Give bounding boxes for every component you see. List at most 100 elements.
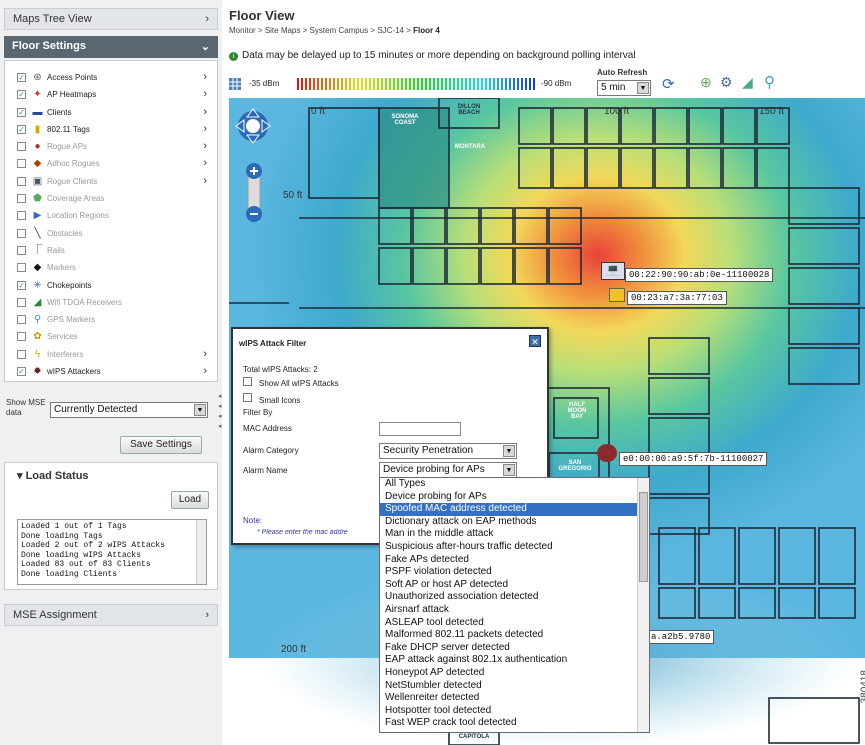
load-log-scrollbar[interactable] — [196, 520, 206, 584]
layer-checkbox[interactable] — [17, 263, 26, 273]
layer-row[interactable]: ⚲ GPS Markers — [5, 311, 217, 328]
client-laptop-icon[interactable]: 💻 — [601, 262, 625, 280]
layer-row[interactable]: ◆ Adhoc Rogues › — [5, 155, 217, 172]
dropdown-option[interactable]: Device probing for APs — [380, 491, 649, 504]
alarm-name-select[interactable]: Device probing for APs ▼ — [379, 462, 517, 478]
alarm-category-select[interactable]: Security Penetration ▼ — [379, 443, 517, 459]
dropdown-option[interactable]: Spoofed MAC address detected — [380, 503, 649, 516]
layer-checkbox[interactable]: ✓ — [17, 73, 26, 82]
mac-address-input[interactable] — [379, 422, 461, 436]
layer-row[interactable]: ✓ ✹ wIPS Attackers › — [5, 363, 217, 380]
dropdown-option[interactable]: Dictionary attack on EAP methods — [380, 516, 649, 529]
load-log-textarea[interactable]: Loaded 1 out of 1 Tags Done loading Tags L… — [17, 519, 207, 585]
layer-checkbox[interactable] — [17, 194, 26, 204]
layer-row[interactable]: ✓ ▮ 802.11 Tags › — [5, 121, 217, 138]
chevron-right-icon[interactable]: › — [203, 365, 207, 377]
mse-assignment-header[interactable]: MSE Assignment › — [4, 604, 218, 626]
dropdown-option[interactable]: Hotspotter tool detected — [380, 705, 649, 718]
dropdown-option[interactable]: Fast WEP crack tool detected — [380, 717, 649, 730]
chevron-right-icon[interactable]: › — [203, 106, 207, 118]
layer-checkbox[interactable]: ✓ — [17, 367, 26, 377]
dropdown-scrollbar[interactable] — [637, 478, 649, 732]
dropdown-option[interactable]: Fake DHCP server detected — [380, 642, 649, 655]
save-settings-button[interactable]: Save Settings — [120, 436, 202, 454]
mac-tag-label[interactable]: a.a2b5.9780 — [647, 630, 715, 644]
dropdown-option[interactable]: Wellenreiter detected — [380, 692, 649, 705]
layer-row[interactable]: ✓ ✳ Chokepoints — [5, 277, 217, 294]
zoom-slider[interactable] — [245, 162, 263, 224]
dropdown-option[interactable]: All Types — [380, 478, 649, 491]
layer-row[interactable]: ▶ Location Regions — [5, 207, 217, 224]
collapse-arrows-icon[interactable]: ◂ ◂ ◂ ◂ — [218, 392, 222, 432]
layer-checkbox[interactable] — [17, 315, 26, 325]
dropdown-option[interactable]: Airsnarf attack — [380, 604, 649, 617]
pan-arrows-icon[interactable] — [235, 108, 271, 144]
load-status-title[interactable]: ▾ Load Status — [17, 469, 89, 482]
layer-checkbox[interactable] — [17, 297, 26, 307]
layer-row[interactable]: ✿ Services — [5, 328, 217, 345]
layer-checkbox[interactable]: ✓ — [17, 90, 26, 100]
layer-row[interactable]: ϟ Interferers › — [5, 346, 217, 363]
layer-row[interactable]: ● Rogue APs › — [5, 138, 217, 155]
tag-icon[interactable] — [609, 288, 625, 302]
floor-settings-header[interactable]: Floor Settings ⌄ — [4, 36, 218, 58]
layer-row[interactable]: ⬟ Coverage Areas — [5, 190, 217, 207]
breadcrumb-item[interactable]: Site Maps — [265, 26, 301, 35]
layer-checkbox[interactable]: ✓ — [17, 280, 26, 290]
dropdown-option[interactable]: Fake APs detected — [380, 554, 649, 567]
pan-control[interactable] — [235, 108, 271, 149]
dropdown-option[interactable]: ASLEAP tool detected — [380, 617, 649, 630]
chevron-right-icon[interactable]: › — [203, 123, 207, 135]
attacker-icon[interactable] — [597, 444, 617, 462]
refresh-icon[interactable]: ⟳ — [662, 75, 675, 93]
attacker-tag-label[interactable]: e0:00:00:a9:5f:7b-11100027 — [619, 452, 768, 466]
layer-checkbox[interactable] — [17, 332, 26, 342]
signal-tool-icon[interactable]: ◢ — [742, 74, 753, 91]
dropdown-option[interactable]: Suspicious after-hours traffic detected — [380, 541, 649, 554]
layer-row[interactable]: ✓ ▬ Clients › — [5, 104, 217, 121]
dropdown-option[interactable]: NetStumbler detected — [380, 680, 649, 693]
layer-row[interactable]: ✓ ⊛ Access Points › — [5, 69, 217, 86]
layer-checkbox[interactable]: ✓ — [17, 107, 26, 117]
layer-checkbox[interactable] — [17, 176, 26, 186]
chevron-right-icon[interactable]: › — [203, 157, 207, 169]
alarm-name-dropdown-list[interactable]: All Types Device probing for APs Spoofed M… — [379, 477, 650, 733]
breadcrumb-item[interactable]: SJC-14 — [377, 26, 404, 35]
layer-checkbox[interactable] — [17, 142, 26, 152]
dropdown-option[interactable]: Soft AP or host AP detected — [380, 579, 649, 592]
dropdown-option[interactable]: Unauthorized association detected — [380, 591, 649, 604]
dropdown-option[interactable]: Man in the middle attack — [380, 528, 649, 541]
breadcrumb-item[interactable]: Monitor — [229, 26, 256, 35]
filter-tool-icon[interactable]: ⚙ — [720, 74, 733, 91]
small-icons-checkbox[interactable] — [243, 393, 252, 402]
load-button[interactable]: Load — [171, 491, 209, 509]
client-tag-label[interactable]: 00:22:90:90:ab:0e-11100028 — [625, 268, 774, 282]
layer-checkbox[interactable]: ✓ — [17, 124, 26, 134]
chevron-right-icon[interactable]: › — [203, 140, 207, 152]
layer-checkbox[interactable] — [17, 349, 26, 359]
layer-checkbox[interactable] — [17, 228, 26, 238]
layer-row[interactable]: ◆ Markers — [5, 259, 217, 276]
dropdown-option[interactable]: Honeypot AP detected — [380, 667, 649, 680]
client-tag-label[interactable]: 00:23:a7:3a:77:03 — [627, 291, 727, 305]
layer-row[interactable]: ✓ ✦ AP Heatmaps › — [5, 86, 217, 103]
maps-tree-view-header[interactable]: Maps Tree View › — [4, 8, 218, 30]
mse-data-select[interactable]: Currently Detected ▼ — [50, 402, 208, 418]
chevron-right-icon[interactable]: › — [203, 175, 207, 187]
layer-row[interactable]: ◢ Wifi TDOA Receivers — [5, 294, 217, 311]
scrollbar-thumb[interactable] — [639, 492, 648, 582]
zoom-control[interactable] — [245, 162, 263, 229]
dropdown-option[interactable]: Malformed 802.11 packets detected — [380, 629, 649, 642]
layer-checkbox[interactable] — [17, 211, 26, 221]
layer-row[interactable]: ▣ Rogue Clients › — [5, 173, 217, 190]
layer-checkbox[interactable] — [17, 159, 26, 169]
auto-refresh-select[interactable]: 5 min ▼ — [597, 80, 651, 96]
close-icon[interactable]: ✕ — [529, 335, 541, 347]
location-pin-icon[interactable]: ⚲ — [764, 73, 775, 91]
breadcrumb-item[interactable]: System Campus — [310, 26, 369, 35]
chevron-right-icon[interactable]: › — [203, 71, 207, 83]
dropdown-option[interactable]: EAP attack against 802.1x authentication — [380, 654, 649, 667]
layer-row[interactable]: ╲ Obstacles — [5, 225, 217, 242]
show-all-checkbox[interactable] — [243, 377, 252, 386]
layer-checkbox[interactable] — [17, 245, 26, 255]
